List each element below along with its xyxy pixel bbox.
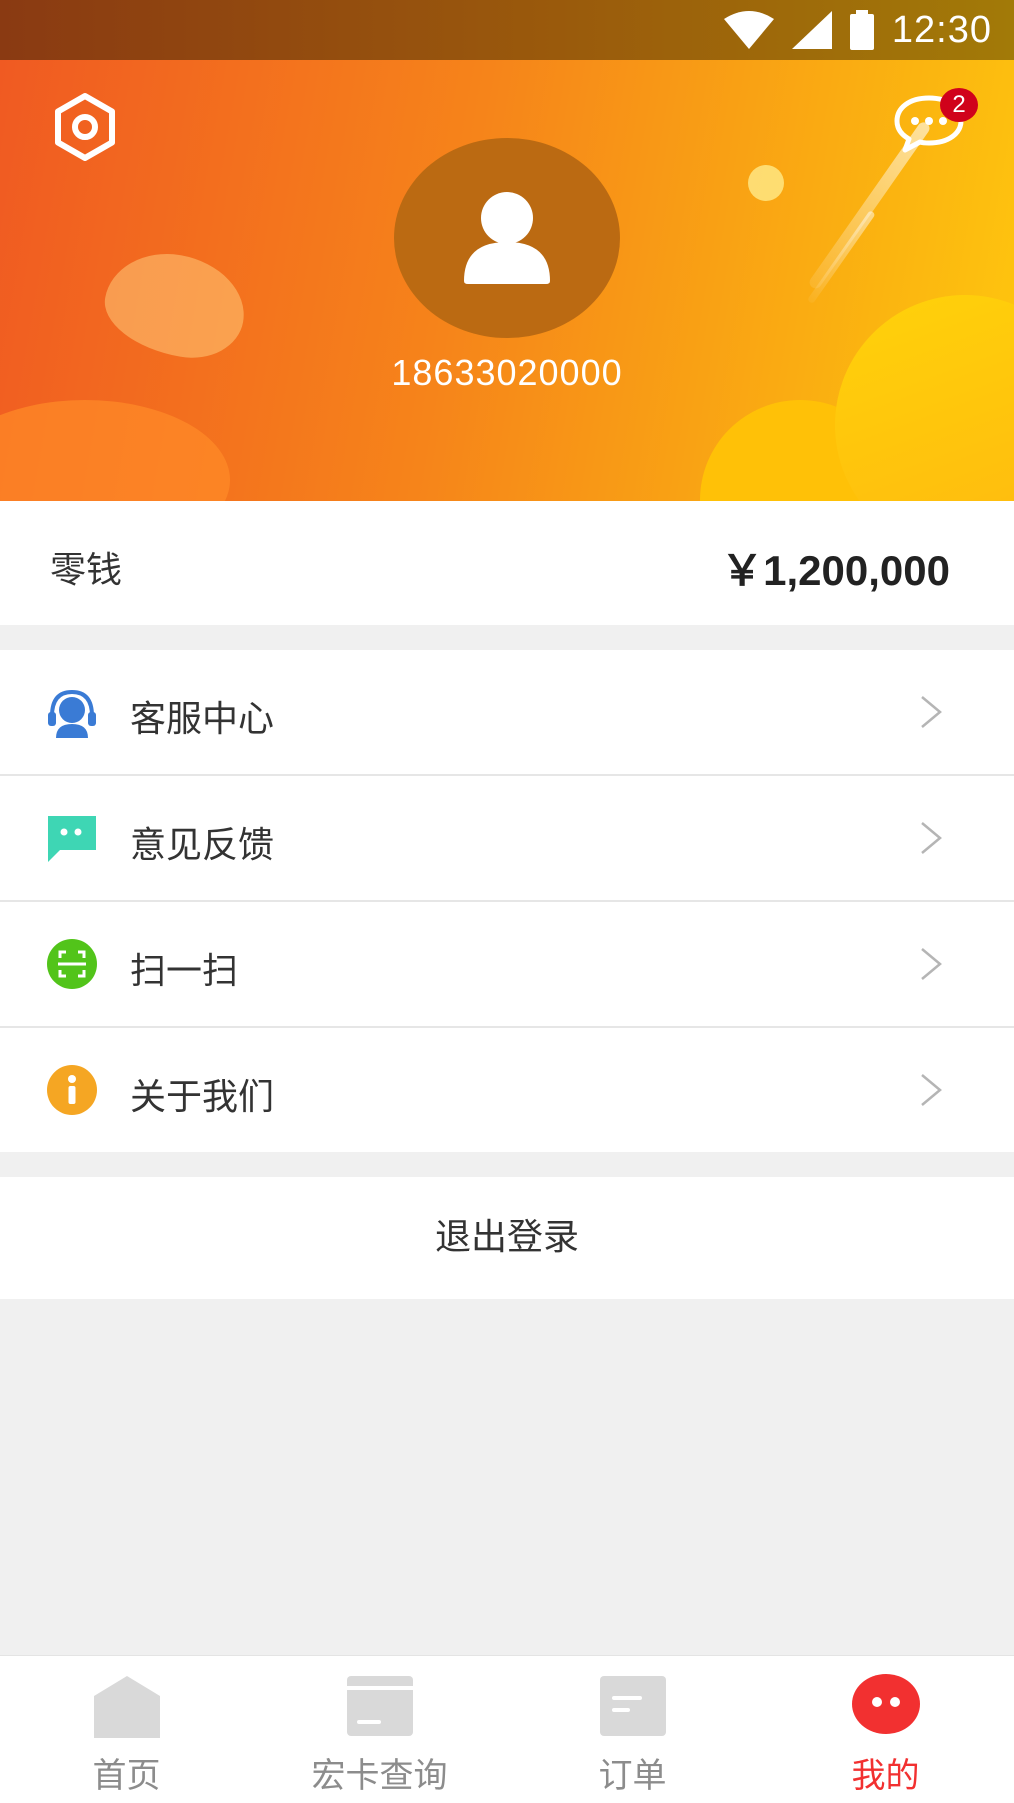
tab-label: 我的: [851, 1756, 920, 1796]
wallet-amount: ￥1,200,000: [721, 547, 950, 594]
wallet-label: 零钱: [50, 550, 123, 591]
status-time: 12:30: [891, 8, 992, 51]
card-icon: [346, 1676, 413, 1736]
decorative-streak: [806, 210, 876, 305]
chevron-right-icon: [921, 948, 942, 980]
menu-item-label: 意见反馈: [130, 825, 275, 866]
decorative-dot: [748, 165, 784, 201]
user-icon: [464, 192, 550, 284]
cellular-signal-icon: [791, 11, 832, 49]
wallet-row[interactable]: 零钱 ￥1,200,000: [0, 501, 1014, 625]
tab-label: 订单: [598, 1756, 667, 1796]
chevron-right-icon: [921, 1074, 942, 1106]
tab-label: 宏卡查询: [311, 1756, 448, 1796]
decorative-cloud: [835, 295, 1014, 501]
decorative-blob: [97, 243, 253, 367]
menu-item-scan[interactable]: 扫一扫: [0, 902, 1014, 1028]
decorative-blob: [0, 400, 230, 501]
status-indicators: 12:30: [723, 8, 992, 52]
tab-card-query[interactable]: 宏卡查询: [253, 1656, 506, 1803]
headset-icon: [48, 689, 96, 738]
menu-item-feedback[interactable]: 意见反馈: [0, 776, 1014, 902]
tab-home[interactable]: 首页: [0, 1656, 253, 1803]
home-icon: [93, 1676, 160, 1738]
order-icon: [599, 1676, 666, 1736]
tab-label: 首页: [92, 1756, 161, 1796]
info-icon: [47, 1065, 97, 1115]
menu-item-label: 扫一扫: [130, 951, 239, 992]
scan-icon: [47, 939, 97, 989]
menu-list: 客服中心 意见反馈 扫一扫 关于我们: [0, 650, 1014, 1152]
chevron-right-icon: [921, 822, 942, 854]
settings-icon[interactable]: [50, 92, 120, 162]
feedback-icon: [48, 816, 96, 862]
menu-item-about-us[interactable]: 关于我们: [0, 1028, 1014, 1152]
profile-icon: [851, 1674, 920, 1734]
avatar[interactable]: [394, 138, 620, 338]
wifi-icon: [723, 11, 774, 49]
tab-profile[interactable]: 我的: [759, 1656, 1012, 1803]
logout-button[interactable]: 退出登录: [0, 1177, 1014, 1299]
bottom-tab-bar: 首页 宏卡查询 订单 我的: [0, 1655, 1014, 1803]
menu-item-label: 客服中心: [130, 699, 275, 740]
user-phone: 18633020000: [391, 352, 623, 393]
menu-item-customer-service[interactable]: 客服中心: [0, 650, 1014, 776]
battery-icon: [849, 10, 874, 50]
message-count-badge: 2: [940, 88, 978, 122]
tab-orders[interactable]: 订单: [506, 1656, 759, 1803]
chevron-right-icon: [921, 696, 942, 728]
status-bar: 12:30: [0, 0, 1014, 60]
menu-item-label: 关于我们: [130, 1077, 275, 1118]
